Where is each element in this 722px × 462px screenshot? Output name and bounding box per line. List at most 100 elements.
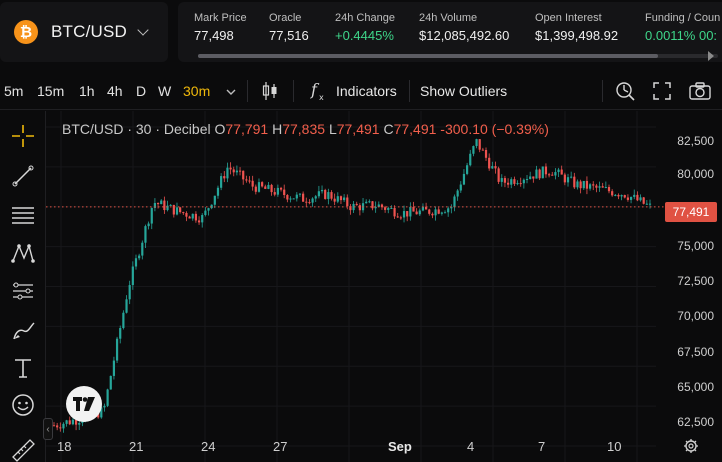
ohlc-legend: BTC/USD · 30 · Decibel O77,791 H77,835 L… bbox=[62, 121, 549, 137]
svg-text:x: x bbox=[319, 93, 324, 102]
camera-icon[interactable] bbox=[688, 81, 712, 101]
candle-body bbox=[138, 255, 141, 259]
pair-selector[interactable]: ₿ BTC/USD bbox=[0, 2, 168, 62]
settings-gear-icon[interactable] bbox=[683, 438, 699, 454]
show-outliers-button[interactable]: Show Outliers bbox=[420, 83, 507, 99]
candle-body bbox=[478, 139, 481, 150]
candle-body bbox=[150, 207, 153, 224]
scroll-right-icon[interactable] bbox=[708, 51, 714, 61]
candle-body bbox=[103, 405, 106, 408]
candle-body bbox=[563, 174, 566, 183]
candle-body bbox=[298, 193, 302, 195]
candles bbox=[52, 138, 652, 433]
candle-body bbox=[279, 187, 283, 190]
candle-body bbox=[529, 176, 532, 180]
candle-body bbox=[585, 180, 589, 189]
candle-body bbox=[629, 196, 633, 200]
scrollbar-thumb[interactable] bbox=[198, 54, 658, 58]
candle-body bbox=[645, 203, 648, 205]
candle-body bbox=[488, 157, 491, 169]
y-axis-label: 65,000 bbox=[677, 380, 714, 394]
candle-body bbox=[387, 208, 390, 210]
candle-body bbox=[560, 169, 563, 175]
candle-body bbox=[141, 242, 144, 256]
candle-body bbox=[368, 201, 371, 203]
timeframe-30m[interactable]: 30m bbox=[183, 83, 210, 99]
timeframe-w[interactable]: W bbox=[158, 83, 171, 99]
timeframe-d[interactable]: D bbox=[136, 83, 146, 99]
candle-body bbox=[620, 195, 623, 197]
candle-body bbox=[626, 197, 630, 200]
candle-body bbox=[125, 299, 128, 313]
candle-body bbox=[276, 187, 279, 195]
timeframe-4h[interactable]: 4h bbox=[107, 83, 123, 99]
pair-name: BTC/USD bbox=[51, 22, 128, 41]
candle-body bbox=[648, 203, 652, 205]
emoji-icon[interactable] bbox=[10, 392, 36, 418]
candle-body bbox=[163, 200, 166, 211]
text-tool-icon[interactable] bbox=[10, 355, 36, 381]
candle-body bbox=[566, 177, 570, 183]
trend-line-icon[interactable] bbox=[10, 163, 36, 189]
candle-body bbox=[52, 425, 56, 427]
candle-body bbox=[175, 207, 179, 215]
candle-body bbox=[229, 167, 232, 170]
candle-body bbox=[365, 201, 368, 204]
candle-body bbox=[109, 375, 112, 390]
candle-body bbox=[213, 195, 216, 205]
fullscreen-icon[interactable] bbox=[652, 81, 672, 101]
candle-body bbox=[472, 146, 475, 154]
candle-body bbox=[273, 192, 276, 195]
candle-body bbox=[399, 217, 402, 219]
candle-body bbox=[551, 174, 554, 176]
candle-body bbox=[396, 216, 399, 218]
candle-body bbox=[134, 258, 138, 267]
candle-body bbox=[579, 181, 582, 189]
stats-scrollbar[interactable] bbox=[198, 54, 718, 58]
function-icon[interactable]: f x bbox=[309, 80, 329, 102]
drawing-toolbar bbox=[0, 111, 46, 462]
candlestick-icon[interactable] bbox=[262, 80, 278, 102]
candle-body bbox=[418, 210, 421, 215]
candle-body bbox=[538, 169, 541, 179]
timeframe-1h[interactable]: 1h bbox=[79, 83, 95, 99]
x-axis-label: 7 bbox=[538, 439, 546, 454]
timeframe-15m[interactable]: 15m bbox=[37, 83, 64, 99]
candle-body bbox=[160, 200, 163, 205]
candle-body bbox=[343, 197, 346, 201]
candle-body bbox=[254, 186, 257, 192]
chart-grid bbox=[46, 111, 656, 462]
brush-icon[interactable] bbox=[10, 317, 36, 343]
crosshair-icon[interactable] bbox=[10, 123, 36, 149]
candle-body bbox=[302, 193, 305, 202]
candle-body bbox=[428, 209, 431, 214]
toolbar-divider bbox=[409, 80, 410, 102]
horizontal-lines-icon[interactable] bbox=[10, 201, 36, 227]
legend-close-key: C bbox=[383, 121, 394, 137]
indicators-button[interactable]: Indicators bbox=[336, 83, 397, 99]
pattern-icon[interactable] bbox=[10, 240, 36, 266]
timeframe-chevron-icon[interactable] bbox=[226, 88, 236, 96]
candle-body bbox=[592, 184, 595, 186]
toolbar-divider bbox=[602, 80, 603, 102]
candle-body bbox=[257, 182, 261, 192]
candle-body bbox=[128, 285, 131, 300]
ruler-icon[interactable] bbox=[10, 437, 36, 462]
candle-body bbox=[532, 176, 535, 179]
stat-label: Mark Price bbox=[194, 12, 247, 24]
toolbar-divider bbox=[247, 80, 248, 102]
price-chart[interactable] bbox=[46, 111, 722, 462]
candle-body bbox=[305, 201, 308, 203]
fib-tool-icon[interactable] bbox=[10, 278, 36, 304]
candle-body bbox=[286, 195, 289, 200]
candle-body bbox=[604, 187, 607, 189]
candle-body bbox=[232, 169, 235, 173]
replay-icon[interactable] bbox=[614, 80, 636, 102]
candle-body bbox=[434, 209, 437, 216]
candle-body bbox=[59, 427, 62, 429]
timeframe-5m[interactable]: 5m bbox=[4, 83, 23, 99]
candle-body bbox=[245, 179, 248, 181]
candle-body bbox=[614, 194, 617, 196]
candle-body bbox=[456, 190, 459, 197]
candle-body bbox=[544, 166, 548, 175]
